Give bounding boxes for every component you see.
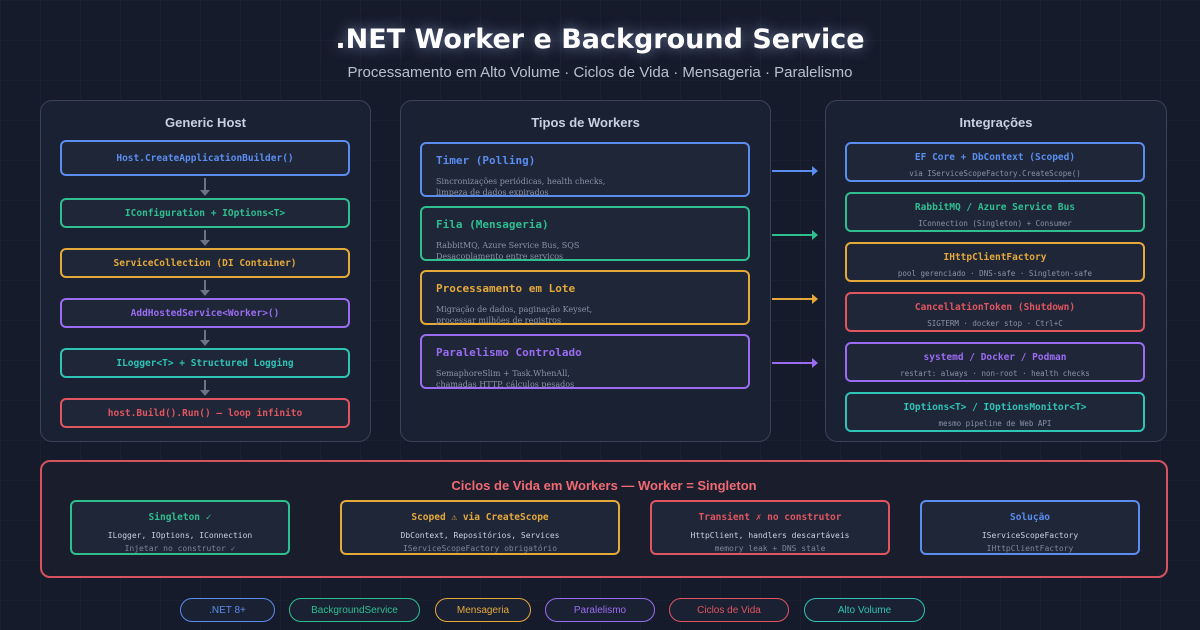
worker-type-box: Fila (Mensageria) RabbitMQ, Azure Service… xyxy=(420,206,750,261)
tag-pill: .NET 8+ xyxy=(180,598,275,622)
integration-title: RabbitMQ / Azure Service Bus xyxy=(914,202,1076,213)
worker-type-title: Timer (Polling) xyxy=(436,154,536,167)
workers-title: Tipos de Workers xyxy=(531,115,640,130)
worker-type-description: Sincronizações periódicas, health checks… xyxy=(436,176,605,198)
flow-arrow-down xyxy=(200,330,210,346)
lifecycle-box-line2: memory leak + DNS stale xyxy=(714,544,826,553)
worker-desc-line: chamadas HTTP, cálculos pesados xyxy=(436,380,575,389)
host-step-box: host.Build().Run() — loop infinito xyxy=(60,398,350,428)
tag-pill: Ciclos de Vida xyxy=(669,598,789,622)
integration-box: RabbitMQ / Azure Service Bus IConnection … xyxy=(845,192,1145,232)
generic-host-title: Generic Host xyxy=(165,115,246,130)
integration-subtitle: mesmo pipeline de Web API xyxy=(938,419,1052,428)
connector-arrow xyxy=(772,358,818,368)
worker-desc-line: Migração de dados, paginação Keyset, xyxy=(436,305,593,314)
worker-type-title: Fila (Mensageria) xyxy=(436,218,549,231)
worker-type-description: RabbitMQ, Azure Service Bus, SQS Desacopl… xyxy=(436,240,579,262)
lifecycle-box-title: Solução xyxy=(1009,512,1051,523)
lifecycle-box: Transient ✗ no construtor HttpClient, han… xyxy=(650,500,890,555)
integration-subtitle: via IServiceScopeFactory.CreateScope() xyxy=(909,169,1081,178)
lifecycle-box: Singleton ✓ ILogger, IOptions, IConnectio… xyxy=(70,500,290,555)
lifecycle-box-line1: HttpClient, handlers descartáveis xyxy=(690,531,850,540)
integration-title: systemd / Docker / Podman xyxy=(923,352,1067,363)
connector-arrow xyxy=(772,230,818,240)
lifecycle-box: Solução IServiceScopeFactory IHttpClientFa… xyxy=(920,500,1140,555)
tag-pill: Alto Volume xyxy=(804,598,925,622)
lifecycle-box-title: Scoped ⚠ via CreateScope xyxy=(411,512,549,523)
tag-pill: BackgroundService xyxy=(289,598,420,622)
integration-subtitle: IConnection (Singleton) + Consumer xyxy=(918,219,1072,228)
worker-type-box: Paralelismo Controlado SemaphoreSlim + Ta… xyxy=(420,334,750,389)
integration-box: CancellationToken (Shutdown) SIGTERM · do… xyxy=(845,292,1145,332)
integrations-title: Integrações xyxy=(959,115,1033,130)
worker-desc-line: limpeza de dados expirados xyxy=(436,188,549,197)
flow-arrow-down xyxy=(200,280,210,296)
integration-title: IHttpClientFactory xyxy=(943,252,1047,263)
integration-box: EF Core + DbContext (Scoped) via IService… xyxy=(845,142,1145,182)
connector-arrow xyxy=(772,294,818,304)
integration-subtitle: restart: always · non-root · health chec… xyxy=(900,369,1090,378)
flow-arrow-down xyxy=(200,380,210,396)
lifecycle-box-line2: IServiceScopeFactory obrigatório xyxy=(402,544,558,553)
worker-type-description: Migração de dados, paginação Keyset, proc… xyxy=(436,304,592,326)
host-step-box: IConfiguration + IOptions<T> xyxy=(60,198,350,228)
page-subtitle: Processamento em Alto Volume · Ciclos de… xyxy=(347,64,853,81)
integration-title: EF Core + DbContext (Scoped) xyxy=(914,152,1076,163)
lifecycle-box-line1: IServiceScopeFactory xyxy=(981,531,1079,540)
integration-subtitle: pool gerenciado · DNS-safe · Singleton-s… xyxy=(897,269,1093,278)
host-step-box: AddHostedService<Worker>() xyxy=(60,298,350,328)
host-step-box: ServiceCollection (DI Container) xyxy=(60,248,350,278)
worker-desc-line: RabbitMQ, Azure Service Bus, SQS xyxy=(436,241,580,250)
worker-type-title: Processamento em Lote xyxy=(436,282,576,295)
integration-box: IHttpClientFactory pool gerenciado · DNS-… xyxy=(845,242,1145,282)
lifecycle-box-line1: DbContext, Repositórios, Services xyxy=(400,531,560,540)
worker-desc-line: Sincronizações periódicas, health checks… xyxy=(436,177,606,186)
worker-desc-line: Desacoplamento entre serviços xyxy=(436,252,564,261)
tag-pill: Mensageria xyxy=(435,598,531,622)
flow-arrow-down xyxy=(200,178,210,196)
host-step-box: ILogger<T> + Structured Logging xyxy=(60,348,350,378)
worker-type-description: SemaphoreSlim + Task.WhenAll, chamadas HT… xyxy=(436,368,574,390)
integration-box: IOptions<T> / IOptionsMonitor<T> mesmo pi… xyxy=(845,392,1145,432)
lifecycle-box-line2: IHttpClientFactory xyxy=(986,544,1074,553)
integration-subtitle: SIGTERM · docker stop · Ctrl+C xyxy=(927,319,1063,328)
lifecycle-box-title: Singleton ✓ xyxy=(148,512,212,523)
worker-desc-line: processar milhões de registros xyxy=(436,316,562,325)
host-step-box: Host.CreateApplicationBuilder() xyxy=(60,140,350,176)
lifecycle-box-line1: ILogger, IOptions, IConnection xyxy=(107,531,253,540)
tag-pill: Paralelismo xyxy=(545,598,655,622)
page-title: .NET Worker e Background Service xyxy=(335,24,865,55)
integration-title: IOptions<T> / IOptionsMonitor<T> xyxy=(903,402,1087,413)
integration-box: systemd / Docker / Podman restart: always… xyxy=(845,342,1145,382)
worker-type-box: Processamento em Lote Migração de dados, … xyxy=(420,270,750,325)
lifecycle-box-line2: Injetar no construtor ✓ xyxy=(124,544,236,553)
lifecycle-box: Scoped ⚠ via CreateScope DbContext, Repos… xyxy=(340,500,620,555)
worker-type-title: Paralelismo Controlado xyxy=(436,346,582,359)
lifecycle-title: Ciclos de Vida em Workers — Worker = Sin… xyxy=(451,478,757,493)
flow-arrow-down xyxy=(200,230,210,246)
integration-title: CancellationToken (Shutdown) xyxy=(914,302,1076,313)
worker-type-box: Timer (Polling) Sincronizações periódicas… xyxy=(420,142,750,197)
lifecycle-box-title: Transient ✗ no construtor xyxy=(698,512,842,523)
connector-arrow xyxy=(772,166,818,176)
worker-desc-line: SemaphoreSlim + Task.WhenAll, xyxy=(436,369,570,378)
